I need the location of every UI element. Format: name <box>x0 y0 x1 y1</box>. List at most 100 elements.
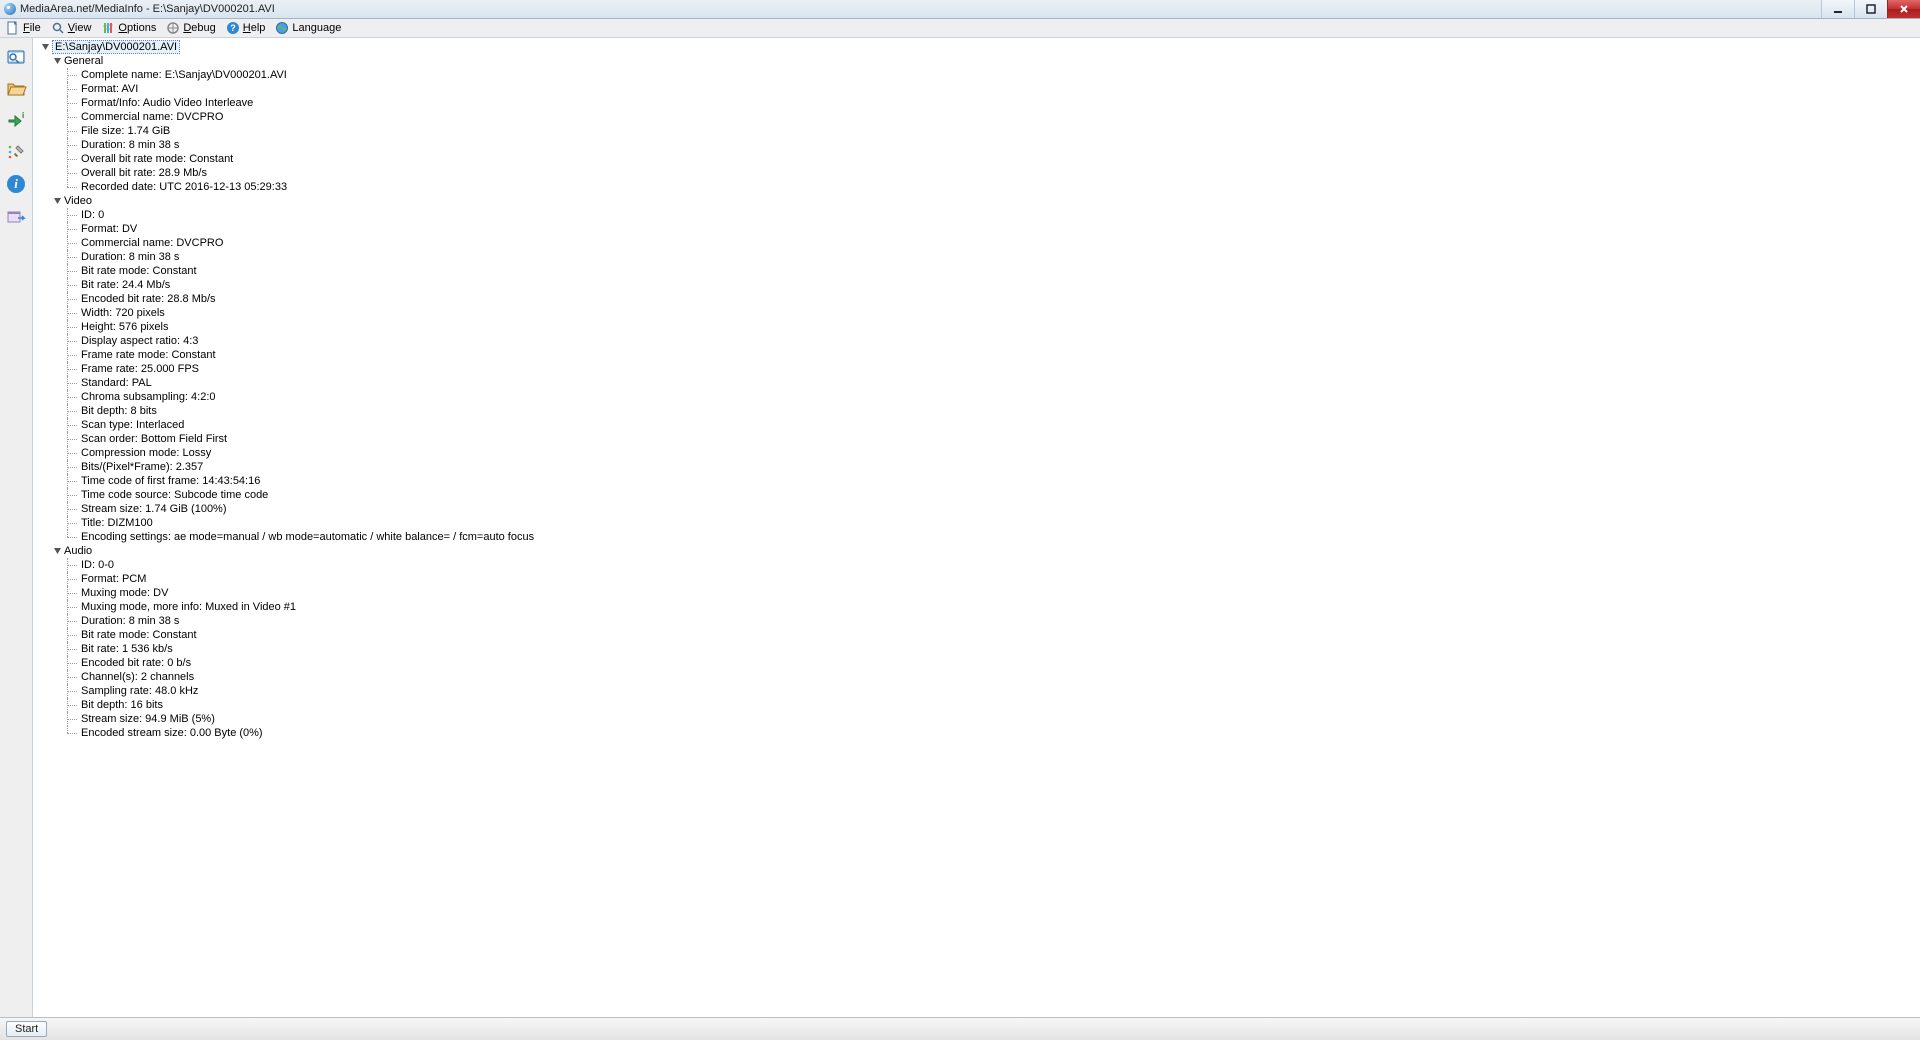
tree-leaf[interactable]: Time code of first frame: 14:43:54:16 <box>65 474 1918 488</box>
tree-connector-icon <box>65 418 81 432</box>
tree-leaf[interactable]: Bit rate: 1 536 kb/s <box>65 642 1918 656</box>
window-controls <box>1821 0 1920 18</box>
tree-leaf-label: Frame rate: 25.000 FPS <box>81 362 199 376</box>
tree-leaf-label: Bit depth: 16 bits <box>81 698 163 712</box>
tree-leaf[interactable]: File size: 1.74 GiB <box>65 124 1918 138</box>
tree-leaf[interactable]: Complete name: E:\Sanjay\DV000201.AVI <box>65 68 1918 82</box>
tree-section-audio[interactable]: Audio <box>53 544 1918 558</box>
tree-leaf-label: Format: AVI <box>81 82 138 96</box>
menu-file[interactable]: File <box>2 19 45 37</box>
tree-leaf[interactable]: Bit depth: 16 bits <box>65 698 1918 712</box>
tree-leaf[interactable]: Bit rate: 24.4 Mb/s <box>65 278 1918 292</box>
tree-leaf[interactable]: Format: DV <box>65 222 1918 236</box>
tree-connector-icon <box>65 236 81 250</box>
tree-leaf-label: Width: 720 pixels <box>81 306 165 320</box>
tree-leaf[interactable]: Width: 720 pixels <box>65 306 1918 320</box>
tree-leaf[interactable]: Channel(s): 2 channels <box>65 670 1918 684</box>
tree-connector-icon <box>65 292 81 306</box>
content-pane[interactable]: E:\Sanjay\DV000201.AVI General Complete … <box>33 38 1920 1017</box>
tree-leaf[interactable]: ID: 0 <box>65 208 1918 222</box>
tree-leaf[interactable]: Bit rate mode: Constant <box>65 264 1918 278</box>
tree-leaf[interactable]: Overall bit rate: 28.9 Mb/s <box>65 166 1918 180</box>
tree-leaf[interactable]: Commercial name: DVCPRO <box>65 110 1918 124</box>
tree-connector-icon <box>65 642 81 656</box>
tree-leaf[interactable]: Muxing mode, more info: Muxed in Video #… <box>65 600 1918 614</box>
tree-leaf[interactable]: Bits/(Pixel*Frame): 2.357 <box>65 460 1918 474</box>
tree-leaf[interactable]: Scan order: Bottom Field First <box>65 432 1918 446</box>
tree-connector-icon <box>65 404 81 418</box>
options-icon <box>101 21 115 35</box>
tree-leaf[interactable]: Stream size: 1.74 GiB (100%) <box>65 502 1918 516</box>
tree-connector-icon <box>65 110 81 124</box>
tree-leaf[interactable]: Encoded stream size: 0.00 Byte (0%) <box>65 726 1918 740</box>
tree-leaf[interactable]: Duration: 8 min 38 s <box>65 614 1918 628</box>
menu-debug[interactable]: Debug <box>162 19 219 37</box>
tree-connector-icon <box>65 124 81 138</box>
tree-leaf-label: Bits/(Pixel*Frame): 2.357 <box>81 460 203 474</box>
tree-leaf[interactable]: Recorded date: UTC 2016-12-13 05:29:33 <box>65 180 1918 194</box>
tree-leaf[interactable]: Frame rate mode: Constant <box>65 348 1918 362</box>
tree-leaf[interactable]: Bit depth: 8 bits <box>65 404 1918 418</box>
close-button[interactable] <box>1887 0 1920 18</box>
tree-leaf[interactable]: Format/Info: Audio Video Interleave <box>65 96 1918 110</box>
sidebar-settings[interactable] <box>4 140 28 164</box>
sidebar-about[interactable]: i <box>4 172 28 196</box>
start-button[interactable]: Start <box>6 1021 47 1037</box>
tree-leaf[interactable]: Standard: PAL <box>65 376 1918 390</box>
tree-connector-icon <box>65 278 81 292</box>
view-icon <box>51 21 65 35</box>
tree-leaf-label: Complete name: E:\Sanjay\DV000201.AVI <box>81 68 287 82</box>
collapse-icon[interactable] <box>53 547 62 556</box>
menu-language[interactable]: Language <box>271 19 345 37</box>
tree-leaf[interactable]: ID: 0-0 <box>65 558 1918 572</box>
tree-leaf-label: Duration: 8 min 38 s <box>81 138 179 152</box>
tree-leaf-label: ID: 0-0 <box>81 558 114 572</box>
tree-leaf[interactable]: Display aspect ratio: 4:3 <box>65 334 1918 348</box>
tree-leaf[interactable]: Time code source: Subcode time code <box>65 488 1918 502</box>
tree-leaf-label: Overall bit rate mode: Constant <box>81 152 233 166</box>
tree-section-general[interactable]: General <box>53 54 1918 68</box>
tree-leaf[interactable]: Scan type: Interlaced <box>65 418 1918 432</box>
tree-leaf[interactable]: Overall bit rate mode: Constant <box>65 152 1918 166</box>
minimize-button[interactable] <box>1821 0 1854 18</box>
tree-connector-icon <box>65 446 81 460</box>
tree-connector-icon <box>65 96 81 110</box>
tree-leaf-label: Scan order: Bottom Field First <box>81 432 227 446</box>
collapse-icon[interactable] <box>53 57 62 66</box>
tree-leaf[interactable]: Compression mode: Lossy <box>65 446 1918 460</box>
tree-leaf[interactable]: Muxing mode: DV <box>65 586 1918 600</box>
tree-leaf[interactable]: Frame rate: 25.000 FPS <box>65 362 1918 376</box>
tree-leaf[interactable]: Stream size: 94.9 MiB (5%) <box>65 712 1918 726</box>
tree-leaf[interactable]: Chroma subsampling: 4:2:0 <box>65 390 1918 404</box>
tree-leaf[interactable]: Commercial name: DVCPRO <box>65 236 1918 250</box>
tree-leaf[interactable]: Height: 576 pixels <box>65 320 1918 334</box>
collapse-icon[interactable] <box>53 197 62 206</box>
menu-options[interactable]: Options <box>97 19 160 37</box>
menu-view[interactable]: View <box>47 19 96 37</box>
tree-leaf[interactable]: Bit rate mode: Constant <box>65 628 1918 642</box>
sponsor-icon <box>5 205 27 227</box>
tree-leaf[interactable]: Duration: 8 min 38 s <box>65 250 1918 264</box>
tree-section-video[interactable]: Video <box>53 194 1918 208</box>
sidebar-open-folder[interactable] <box>4 76 28 100</box>
sidebar-sponsor[interactable] <box>4 204 28 228</box>
tree-leaf[interactable]: Encoded bit rate: 28.8 Mb/s <box>65 292 1918 306</box>
minimize-icon <box>1833 4 1843 14</box>
tree-leaf[interactable]: Sampling rate: 48.0 kHz <box>65 684 1918 698</box>
tree-leaf[interactable]: Format: PCM <box>65 572 1918 586</box>
tree-leaf[interactable]: Encoding settings: ae mode=manual / wb m… <box>65 530 1918 544</box>
tree-leaf[interactable]: Duration: 8 min 38 s <box>65 138 1918 152</box>
tree-leaf[interactable]: Encoded bit rate: 0 b/s <box>65 656 1918 670</box>
maximize-button[interactable] <box>1854 0 1887 18</box>
info-icon: i <box>5 173 27 195</box>
tree-root-node[interactable]: E:\Sanjay\DV000201.AVI <box>41 40 1918 54</box>
tree-leaf[interactable]: Title: DIZM100 <box>65 516 1918 530</box>
menu-help[interactable]: ? Help <box>222 19 270 37</box>
collapse-icon[interactable] <box>41 43 50 52</box>
tree-leaf-label: Standard: PAL <box>81 376 152 390</box>
tree-connector-icon <box>65 656 81 670</box>
sidebar-export[interactable]: i <box>4 108 28 132</box>
sidebar-open-file[interactable] <box>4 44 28 68</box>
tree-section-label: Audio <box>64 544 92 558</box>
tree-leaf[interactable]: Format: AVI <box>65 82 1918 96</box>
